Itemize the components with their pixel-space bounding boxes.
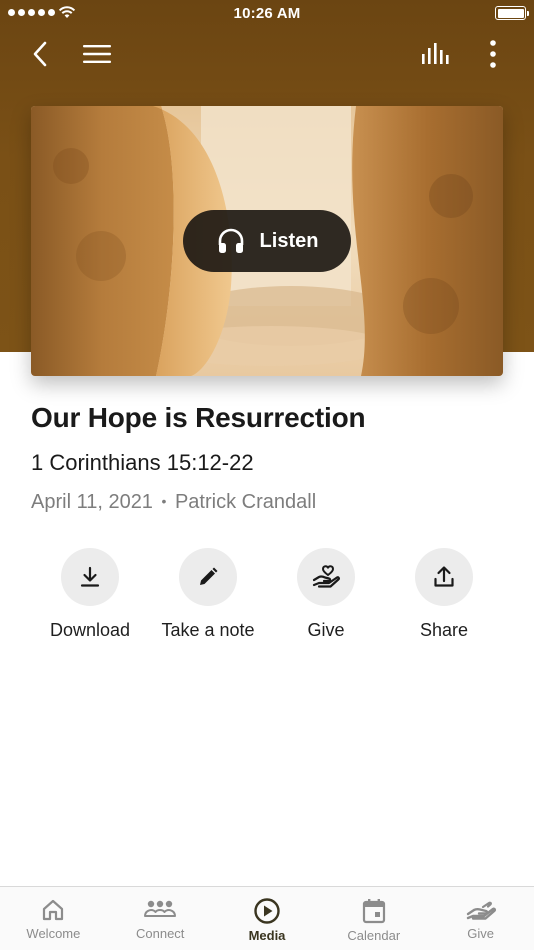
tab-welcome[interactable]: Welcome xyxy=(0,887,107,950)
give-label: Give xyxy=(307,620,345,640)
more-vertical-icon xyxy=(490,40,496,68)
download-button[interactable]: Download xyxy=(35,548,145,641)
home-icon xyxy=(43,899,64,921)
battery-icon xyxy=(495,6,529,20)
take-note-label: Take a note xyxy=(161,620,255,640)
tab-media[interactable]: Media xyxy=(214,887,321,950)
menu-button[interactable] xyxy=(78,36,116,72)
tab-bar: Welcome Connect Media Calendar Give xyxy=(0,886,534,950)
sermon-speaker: Patrick Crandall xyxy=(174,491,317,513)
tab-media-label: Media xyxy=(248,928,286,943)
headphones-icon xyxy=(218,228,243,253)
share-icon xyxy=(434,566,454,587)
download-label: Download xyxy=(49,620,131,640)
sermon-meta: April 11, 2021 • Patrick Crandall xyxy=(31,491,316,514)
audio-levels-button[interactable] xyxy=(416,36,456,72)
tab-calendar-label: Calendar xyxy=(347,928,401,943)
give-button[interactable]: Give xyxy=(271,548,381,641)
status-bar: 10:26 AM xyxy=(0,0,534,28)
sermon-scripture: 1 Corinthians 15:12-22 xyxy=(31,450,254,475)
sermon-artwork: Listen xyxy=(31,106,503,376)
share-button[interactable]: Share xyxy=(389,548,499,641)
tab-connect[interactable]: Connect xyxy=(107,887,214,950)
status-time: 10:26 AM xyxy=(233,5,301,22)
chevron-left-icon xyxy=(33,41,47,67)
download-icon xyxy=(80,566,100,587)
share-label: Share xyxy=(419,620,469,640)
heart-hand-icon xyxy=(312,565,340,588)
give-icon xyxy=(466,901,496,920)
play-circle-icon xyxy=(254,898,280,924)
take-note-circle xyxy=(179,548,237,606)
hamburger-icon xyxy=(83,45,111,63)
tab-give[interactable]: Give xyxy=(427,887,534,950)
meta-separator: • xyxy=(161,493,167,509)
equalizer-icon xyxy=(422,43,449,64)
more-options-button[interactable] xyxy=(478,36,508,72)
sermon-title: Our Hope is Resurrection xyxy=(31,402,366,433)
tab-give-label: Give xyxy=(467,926,494,941)
download-circle xyxy=(61,548,119,606)
listen-button[interactable]: Listen xyxy=(183,210,351,272)
sermon-date: April 11, 2021 xyxy=(31,491,153,513)
pencil-icon xyxy=(200,567,218,585)
share-circle xyxy=(415,548,473,606)
tab-calendar[interactable]: Calendar xyxy=(320,887,427,950)
tab-connect-label: Connect xyxy=(135,926,185,941)
take-note-button[interactable]: Take a note xyxy=(153,548,263,641)
give-circle xyxy=(297,548,355,606)
people-icon xyxy=(144,900,177,917)
listen-label: Listen xyxy=(259,229,319,252)
tab-welcome-label: Welcome xyxy=(26,926,81,941)
back-button[interactable] xyxy=(24,36,56,72)
calendar-icon xyxy=(362,899,385,924)
